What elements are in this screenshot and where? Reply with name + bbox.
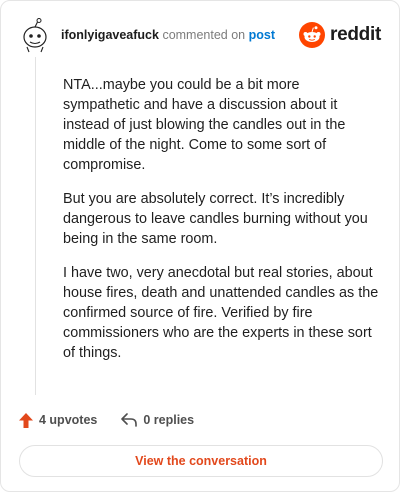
upvote-arrow-icon (19, 412, 33, 428)
reddit-wordmark: reddit (330, 24, 381, 45)
reddit-snoo-icon (299, 22, 326, 48)
username-link[interactable]: ifonlyigaveafuck (61, 28, 159, 42)
comment-header: ifonlyigaveafuck commented on post reddi… (19, 15, 381, 55)
replies-button[interactable]: 0 replies (121, 413, 194, 427)
upvotes-count: 4 upvotes (39, 413, 98, 427)
post-link[interactable]: post (249, 28, 275, 42)
comment-meta: ifonlyigaveafuck commented on post (61, 27, 275, 43)
comment-body: NTA...maybe you could be a bit more symp… (63, 75, 379, 377)
upvote-button[interactable]: 4 upvotes (19, 412, 98, 428)
reddit-logo[interactable]: reddit (299, 21, 381, 49)
reply-arrow-icon (121, 413, 138, 427)
comment-actions: 4 upvotes 0 replies (19, 410, 218, 430)
action-text: commented on (162, 28, 246, 42)
replies-count: 0 replies (143, 413, 195, 427)
comment-paragraph: But you are absolutely correct. It’s inc… (63, 191, 368, 247)
comment-card: ifonlyigaveafuck commented on post reddi… (0, 0, 400, 492)
view-conversation-button[interactable]: View the conversation (19, 445, 383, 477)
thread-line (35, 57, 36, 395)
user-avatar-icon[interactable] (19, 17, 49, 53)
comment-paragraph: I have two, very anecdotal but real stor… (63, 265, 379, 361)
comment-paragraph: NTA...maybe you could be a bit more symp… (63, 77, 346, 173)
